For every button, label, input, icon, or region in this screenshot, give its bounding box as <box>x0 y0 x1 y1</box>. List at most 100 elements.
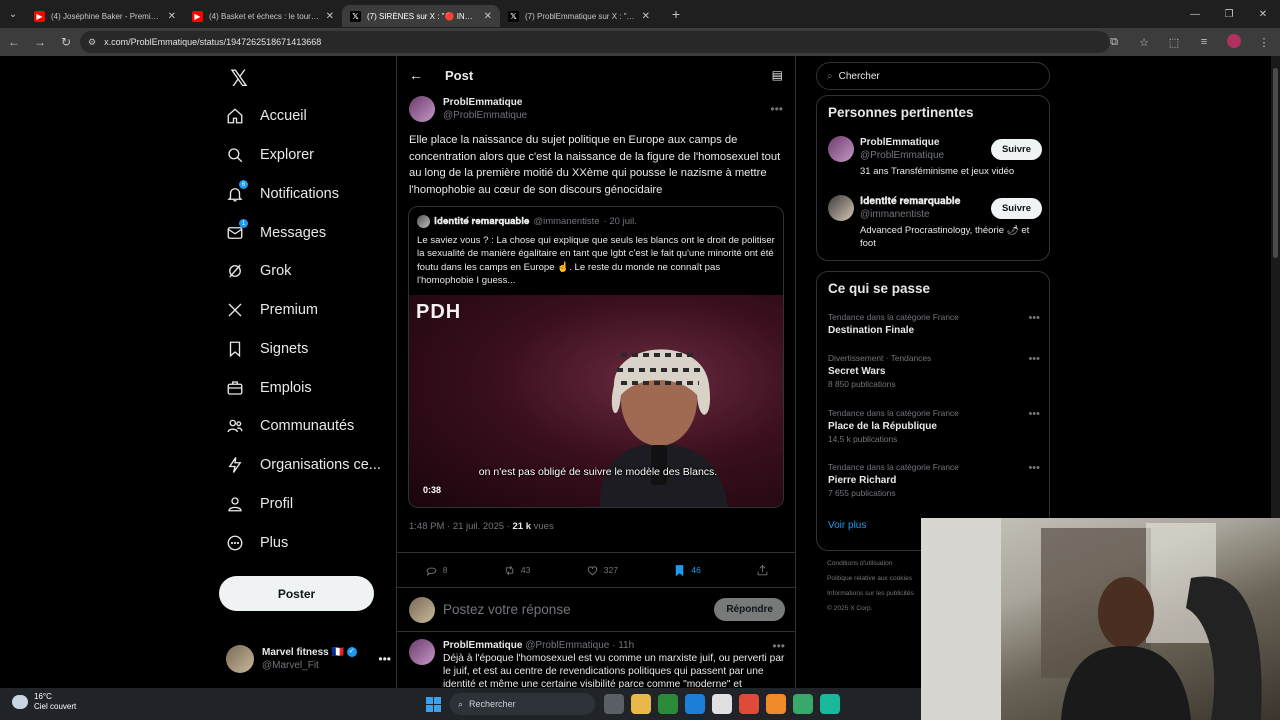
avatar[interactable] <box>409 96 435 122</box>
bookmark-button[interactable]: 46 <box>673 564 701 577</box>
reply-author-handle[interactable]: @ProblEmmatique · 11h <box>525 640 634 651</box>
firefox-icon[interactable] <box>766 694 786 714</box>
post-timestamp[interactable]: 1:48 PM · 21 juil. 2025 · <box>409 521 513 532</box>
trend-item[interactable]: Tendance dans la catégorie France Destin… <box>828 312 1040 338</box>
avatar <box>226 645 254 673</box>
scroll-thumb[interactable] <box>1273 68 1278 258</box>
video-player[interactable]: PDH on n'est pas obligé de suivre le mod… <box>409 295 783 508</box>
post-button[interactable]: Poster <box>219 576 374 611</box>
trend-item[interactable]: Tendance dans la catégorie France Pierre… <box>828 462 1040 499</box>
avatar[interactable] <box>409 639 435 665</box>
show-more-link[interactable]: Voir plus <box>828 520 866 531</box>
task-view-icon[interactable] <box>604 694 624 714</box>
site-info-icon[interactable]: ⚙ <box>88 37 96 48</box>
edge-icon[interactable] <box>685 694 705 714</box>
x-logo-icon[interactable]: 𝕏 <box>226 66 252 92</box>
reply-author-name[interactable]: ProblEmmatique <box>443 640 522 651</box>
browser-tab-active[interactable]: 𝕏 (7) SIRÈNES sur X : "🔴 INSOLITE ✕ <box>342 5 500 27</box>
quote-author-handle: @immanentiste <box>533 216 600 227</box>
nav-item-bookmarks[interactable]: Signets <box>224 334 308 364</box>
nav-label: Explorer <box>260 147 314 163</box>
share-button[interactable] <box>756 564 769 577</box>
follow-button[interactable]: Suivre <box>990 138 1042 160</box>
author-handle[interactable]: @ProblEmmatique <box>443 109 527 122</box>
reply-button[interactable]: 8 <box>425 564 447 577</box>
app-icon[interactable] <box>793 694 813 714</box>
footer-link[interactable]: Informations sur les publicités <box>827 586 914 601</box>
taskbar-search[interactable]: ⌕ Rechercher <box>450 693 595 715</box>
footer-link[interactable]: Conditions d'utilisation <box>827 556 914 571</box>
back-arrow-icon[interactable]: ← <box>409 67 423 83</box>
nav-item-explore[interactable]: Explorer <box>224 140 314 170</box>
nav-item-more[interactable]: Plus <box>224 528 288 558</box>
nav-item-notifications[interactable]: 6 Notifications <box>224 179 339 209</box>
more-dots-icon[interactable]: ••• <box>770 102 783 116</box>
more-dots-icon[interactable]: ••• <box>1028 408 1040 420</box>
new-tab-button[interactable]: + <box>664 2 688 26</box>
more-dots-icon[interactable]: ••• <box>1028 312 1040 324</box>
close-icon[interactable]: ✕ <box>326 11 334 22</box>
extensions-icon[interactable]: ⬚ <box>1164 36 1184 49</box>
close-icon[interactable]: ✕ <box>168 11 176 22</box>
close-icon[interactable]: ✕ <box>484 11 492 22</box>
more-dots-icon[interactable]: ••• <box>772 639 785 653</box>
account-handle: @Marvel_Fit <box>262 660 319 671</box>
nav-item-home[interactable]: Accueil <box>224 101 307 131</box>
reader-mode-icon[interactable]: ▤ <box>772 68 783 82</box>
star-icon[interactable]: ☆ <box>1134 36 1154 49</box>
nav-item-profile[interactable]: Profil <box>224 489 293 519</box>
maximize-icon[interactable]: ❐ <box>1212 0 1246 28</box>
quoted-post[interactable]: 𝐈𝐝𝐞𝐧𝐭𝐢𝐭𝐞́ 𝐫𝐞𝐦𝐚𝐫𝐪𝐮𝐚𝐛𝐥𝐞 @immanentiste · 20… <box>408 206 784 509</box>
browser-tab[interactable]: ▶ (4) Joséphine Baker - Première ✕ <box>26 5 184 27</box>
windows-start-icon[interactable] <box>426 697 441 712</box>
close-icon[interactable]: ✕ <box>642 11 650 22</box>
chrome-icon[interactable] <box>739 694 759 714</box>
profile-avatar[interactable] <box>1224 33 1244 51</box>
reply-submit-button[interactable]: Répondre <box>714 598 785 621</box>
avatar <box>409 596 435 623</box>
author-name[interactable]: ProblEmmatique <box>443 96 527 109</box>
more-dots-icon[interactable]: ••• <box>1028 353 1040 365</box>
nav-item-jobs[interactable]: Emplois <box>224 373 312 403</box>
nav-item-communities[interactable]: Communautés <box>224 411 354 441</box>
media-icon[interactable]: ≡ <box>1194 36 1214 48</box>
person-card[interactable]: 𝐈𝐝𝐞𝐧𝐭𝐢𝐭𝐞́ 𝐫𝐞𝐦𝐚𝐫𝐪𝐮𝐚𝐛𝐥𝐞 @immanentiste Suiv… <box>828 195 1042 250</box>
person-card[interactable]: ProblEmmatique @ProblEmmatique Suivre 31… <box>828 136 1042 178</box>
back-icon[interactable]: ← <box>2 30 26 54</box>
nvidia-icon[interactable] <box>658 694 678 714</box>
menu-icon[interactable]: ⋮ <box>1254 36 1274 49</box>
more-dots-icon[interactable]: ••• <box>378 652 391 666</box>
reply-input[interactable]: Postez votre réponse <box>443 602 571 617</box>
forward-icon[interactable]: → <box>28 30 52 54</box>
trend-item[interactable]: Tendance dans la catégorie France Place … <box>828 408 1040 445</box>
reload-icon[interactable]: ↻ <box>54 30 78 54</box>
footer-link[interactable]: Politique relative aux cookies <box>827 571 914 586</box>
browser-tab[interactable]: ▶ (4) Basket et échecs : le tournoi ✕ <box>184 5 342 27</box>
search-input[interactable]: ⌕ Chercher <box>816 62 1050 90</box>
nav-item-messages[interactable]: 1 Messages <box>224 218 326 248</box>
app-icon[interactable] <box>820 694 840 714</box>
tab-search-button[interactable]: ⌄ <box>0 0 26 28</box>
account-switcher[interactable]: Marvel fitness 🇫🇷 ✓ @Marvel_Fit ••• <box>226 644 391 674</box>
more-dots-icon[interactable]: ••• <box>1028 462 1040 474</box>
repost-button[interactable]: 43 <box>503 564 530 577</box>
person-bio: Advanced Procrastinology, théorie 🌶 et f… <box>860 225 1030 249</box>
follow-button[interactable]: Suivre <box>990 197 1042 219</box>
file-explorer-icon[interactable] <box>631 694 651 714</box>
store-icon[interactable] <box>712 694 732 714</box>
close-window-icon[interactable]: ✕ <box>1246 0 1280 28</box>
minimize-icon[interactable]: — <box>1178 0 1212 28</box>
trend-item[interactable]: Divertissement · Tendances Secret Wars 8… <box>828 353 1040 390</box>
reply-tweet[interactable]: ProblEmmatique @ProblEmmatique · 11h Déj… <box>397 633 795 688</box>
nav-item-grok[interactable]: Grok <box>224 256 291 286</box>
nav-item-organisations[interactable]: Organisations ce... <box>224 450 381 480</box>
trend-context: Tendance dans la catégorie France <box>828 408 959 418</box>
weather-widget[interactable]: 16°C Ciel couvert <box>12 692 76 712</box>
url-field[interactable]: ⚙ x.com/ProblEmmatique/status/1947262518… <box>80 31 1110 53</box>
nav-item-premium[interactable]: Premium <box>224 295 318 325</box>
like-button[interactable]: 327 <box>586 564 618 577</box>
tab-label: (7) SIRÈNES sur X : "🔴 INSOLITE <box>367 11 478 21</box>
browser-tab[interactable]: 𝕏 (7) ProblEmmatique sur X : "Elle ✕ <box>500 5 658 27</box>
channel-logo: PDH <box>416 301 462 324</box>
install-app-icon[interactable]: ⧉ <box>1104 36 1124 49</box>
